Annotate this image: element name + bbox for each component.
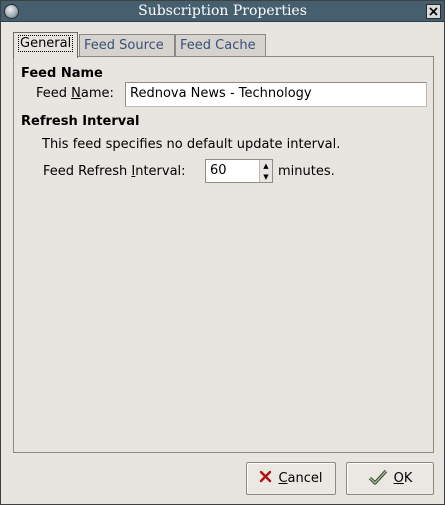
spin-buttons: ▲ ▼ [259,160,272,182]
ok-button[interactable]: OK [346,462,434,495]
cancel-button[interactable]: Cancel [246,462,336,495]
tab-feed-cache[interactable]: Feed Cache [175,34,266,57]
spin-down-icon[interactable]: ▼ [260,171,272,182]
tab-panel-general: Feed Name Feed Name: Rednova News - Tech… [13,56,434,453]
spin-up-icon[interactable]: ▲ [260,160,272,171]
title-bar[interactable]: Subscription Properties [1,1,444,22]
cancel-button-label: Cancel [278,471,323,486]
checkmark-icon [368,469,388,489]
x-icon [259,470,272,487]
refresh-unit-label: minutes. [278,164,335,179]
dialog-window: Subscription Properties General Feed Sou… [0,0,445,505]
refresh-info-text: This feed specifies no default update in… [42,137,341,152]
tab-feed-source[interactable]: Feed Source [79,34,175,57]
feed-name-label: Feed Name: [36,86,114,101]
window-title: Subscription Properties [138,3,307,19]
refresh-interval-label: Feed Refresh Interval: [43,164,186,179]
feed-name-section-title: Feed Name [21,66,103,81]
refresh-interval-section-title: Refresh Interval [21,114,140,129]
close-icon[interactable] [426,4,441,19]
ok-button-label: OK [393,471,413,486]
tab-general[interactable]: General [13,32,78,58]
refresh-interval-spinbutton[interactable]: 60 ▲ ▼ [205,159,273,183]
refresh-interval-value[interactable]: 60 [210,163,227,178]
feed-name-input[interactable]: Rednova News - Technology [125,82,427,107]
